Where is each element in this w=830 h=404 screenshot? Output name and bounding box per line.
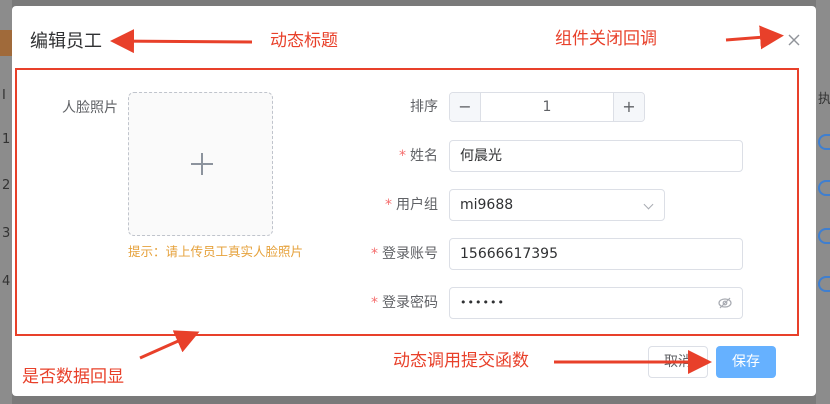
annotation-close-note: 组件关闭回调 [555, 29, 657, 49]
background-row-number: 4 [2, 274, 11, 289]
dialog-title: 编辑员工 [30, 31, 102, 52]
background-row-number: 2 [2, 178, 11, 193]
background-table-header: 执 [818, 92, 830, 107]
save-button[interactable]: 保存 [716, 346, 776, 378]
annotation-title-note: 动态标题 [270, 31, 338, 51]
background-radio [818, 276, 830, 292]
annotation-echo-note: 是否数据回显 [22, 367, 124, 387]
background-radio [818, 134, 830, 150]
edit-employee-dialog: 编辑员工 人脸照片 提示：请上传员工真实人脸照片 排序 − 1 + * 姓名 何晨… [12, 6, 816, 396]
background-page-left [0, 0, 12, 404]
background-radio [818, 228, 830, 244]
cancel-button[interactable]: 取消 [648, 346, 708, 378]
background-table-header: I [2, 88, 6, 103]
annotation-submit-note: 动态调用提交函数 [393, 351, 529, 371]
background-row-number: 3 [2, 226, 11, 241]
background-radio [818, 180, 830, 196]
background-row-number: 1 [2, 132, 11, 147]
close-icon[interactable] [786, 30, 802, 50]
watermark: CSDN @mi9688 [726, 382, 814, 395]
background-page-right [816, 0, 830, 404]
background-badge [0, 30, 12, 56]
annotation-frame [15, 68, 799, 336]
